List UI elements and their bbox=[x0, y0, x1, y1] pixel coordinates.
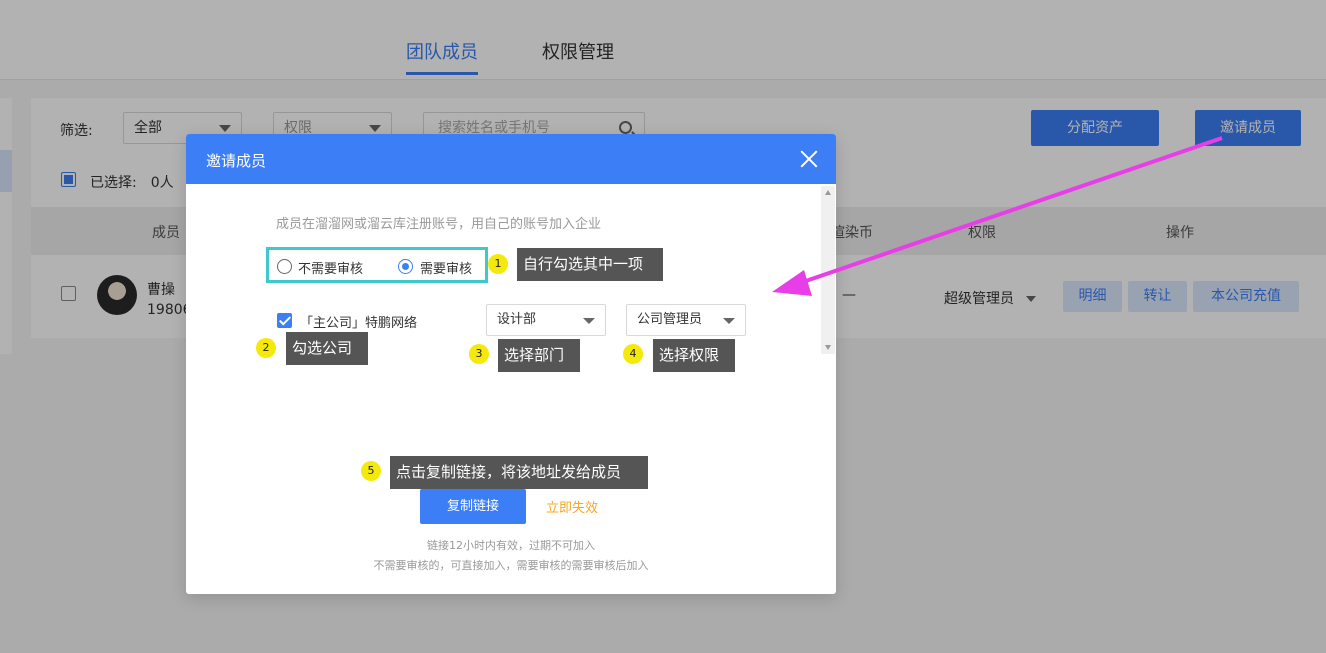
invite-hint: 成员在溜溜网或溜云库注册账号，用自己的账号加入企业 bbox=[276, 217, 602, 232]
step-tip-3: 选择部门 bbox=[498, 339, 580, 372]
chevron-down-icon bbox=[723, 318, 735, 324]
step-badge-1: 1 bbox=[488, 254, 508, 274]
chevron-down-icon bbox=[583, 318, 595, 324]
company-label[interactable]: 「主公司」特鹏网络 bbox=[300, 312, 417, 331]
scroll-up-icon[interactable] bbox=[825, 190, 831, 195]
step-badge-3: 3 bbox=[469, 344, 489, 364]
role-select[interactable]: 公司管理员 bbox=[626, 304, 746, 336]
step-badge-4: 4 bbox=[623, 344, 643, 364]
scroll-down-icon[interactable] bbox=[825, 345, 831, 350]
need-review-label[interactable]: 需要审核 bbox=[420, 258, 472, 277]
department-value: 设计部 bbox=[497, 312, 537, 327]
step-badge-5: 5 bbox=[361, 461, 381, 481]
close-icon[interactable] bbox=[800, 150, 818, 168]
dialog-title: 邀请成员 bbox=[206, 152, 267, 170]
step-tip-4: 选择权限 bbox=[653, 339, 735, 372]
no-review-radio[interactable] bbox=[277, 259, 292, 274]
link-validity-note: 链接12小时内有效，过期不可加入 bbox=[427, 539, 595, 552]
step-badge-2: 2 bbox=[256, 338, 276, 358]
dialog-scrollbar[interactable] bbox=[821, 186, 835, 354]
dialog-header: 邀请成员 bbox=[186, 134, 836, 184]
review-rule-note: 不需要审核的，可直接加入，需要审核的需要审核后加入 bbox=[373, 559, 649, 572]
need-review-radio[interactable] bbox=[398, 259, 413, 274]
role-value: 公司管理员 bbox=[637, 312, 703, 327]
step-tip-5: 点击复制链接，将该地址发给成员 bbox=[390, 456, 648, 489]
company-checkbox[interactable] bbox=[277, 313, 292, 328]
step-tip-2: 勾选公司 bbox=[286, 332, 368, 365]
no-review-label[interactable]: 不需要审核 bbox=[298, 258, 363, 277]
department-select[interactable]: 设计部 bbox=[486, 304, 606, 336]
step-tip-1: 自行勾选其中一项 bbox=[517, 248, 663, 281]
copy-link-button[interactable]: 复制链接 bbox=[420, 489, 526, 524]
expire-now-link[interactable]: 立即失效 bbox=[546, 497, 598, 516]
